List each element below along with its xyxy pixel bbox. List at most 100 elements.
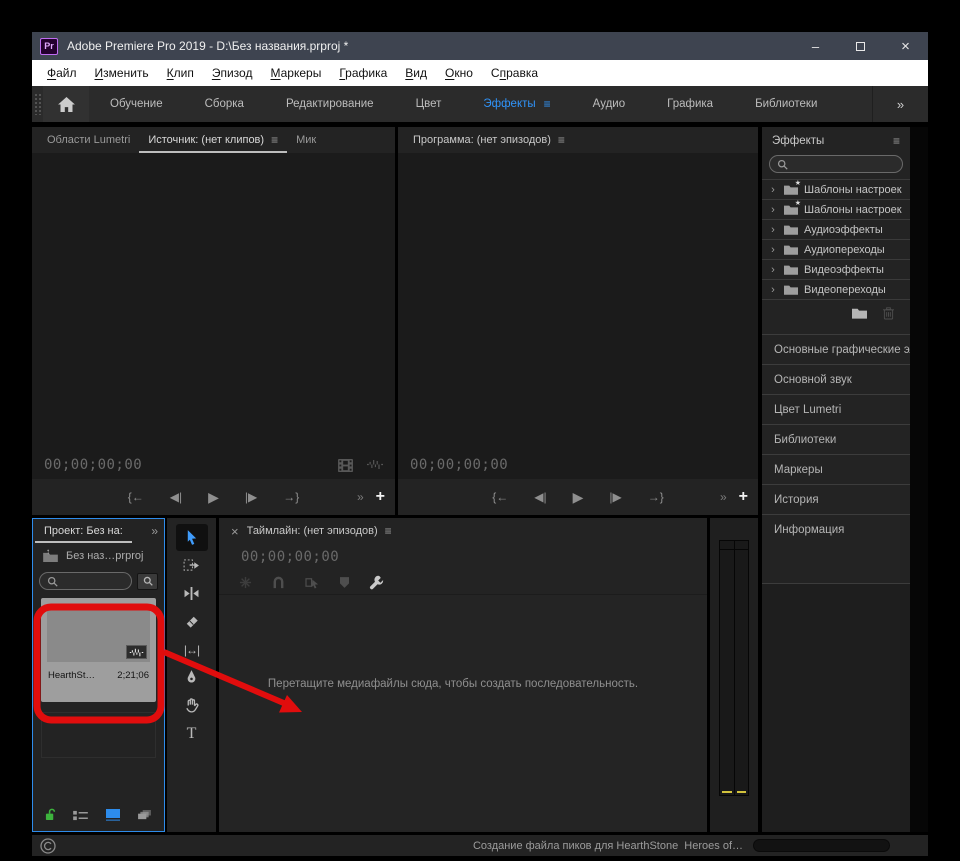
step-back-button[interactable]: ◀| [170, 490, 182, 504]
timeline-tab[interactable]: Таймлайн: (нет эпизодов)≡ [247, 518, 401, 544]
workspace-tab[interactable]: Цвет [395, 86, 463, 122]
expand-chevron-icon[interactable]: › [768, 244, 778, 256]
project-tab[interactable]: Проект: Без на: [35, 519, 132, 543]
home-button[interactable] [43, 86, 89, 122]
minimize-button[interactable]: – [793, 32, 838, 60]
slip-tool-button[interactable]: |↔| [176, 636, 208, 663]
step-forward-button[interactable]: |▶ [609, 490, 621, 504]
workspace-tab[interactable]: Эффекты≡ [462, 86, 571, 122]
panel-menu-icon[interactable]: ≡ [271, 133, 278, 147]
project-breadcrumb[interactable]: ↑ Без наз…prproj [33, 543, 164, 569]
timeline-settings-wrench-icon[interactable] [369, 575, 384, 590]
timeline-menu-icon[interactable]: ≡ [385, 524, 392, 538]
play-button[interactable]: ▶ [573, 489, 584, 506]
timeline-drop-zone[interactable]: Перетащите медиафайлы сюда, чтобы создат… [219, 594, 707, 832]
razor-tool-button[interactable] [176, 608, 208, 635]
pen-tool-button[interactable] [176, 664, 208, 691]
more-controls-button[interactable]: » [720, 490, 727, 504]
snap-magnet-icon[interactable] [272, 576, 285, 589]
stacked-panel-tab[interactable]: Основные графические эл [762, 334, 910, 364]
program-viewer[interactable]: 00;00;00;00 [398, 153, 758, 479]
effects-group-row[interactable]: › ★ Шаблоны настроек [762, 180, 910, 200]
menu-item[interactable]: Клип [158, 66, 203, 80]
timeline-timecode[interactable]: 00;00;00;00 [241, 549, 339, 565]
menu-item[interactable]: Изменить [86, 66, 158, 80]
advanced-search-button[interactable] [137, 573, 158, 590]
delete-custom-item-button[interactable] [883, 307, 894, 320]
go-to-in-button[interactable]: {← [128, 490, 144, 504]
effects-menu-icon[interactable]: ≡ [893, 134, 900, 148]
project-overflow-button[interactable]: » [151, 524, 162, 538]
linked-selection-icon[interactable] [305, 576, 320, 589]
close-button[interactable]: × [883, 32, 928, 60]
workspace-tab-menu-icon[interactable]: ≡ [544, 97, 551, 111]
expand-chevron-icon[interactable]: › [768, 204, 778, 216]
menu-item[interactable]: Эпизод [203, 66, 262, 80]
creative-cloud-sync-icon[interactable] [40, 838, 56, 854]
panel-tab[interactable]: Источник: (нет клипов)≡ [139, 127, 287, 153]
list-view-button[interactable] [73, 808, 88, 826]
workspace-tab[interactable]: Аудио [572, 86, 646, 122]
workspace-tab[interactable]: Обучение [89, 86, 184, 122]
program-timecode[interactable]: 00;00;00;00 [410, 457, 508, 473]
panel-tab[interactable]: Мик [287, 127, 325, 153]
step-back-button[interactable]: ◀| [534, 490, 546, 504]
go-to-out-button[interactable]: →} [283, 490, 299, 504]
hand-tool-button[interactable] [176, 692, 208, 719]
menu-item[interactable]: Окно [436, 66, 482, 80]
maximize-button[interactable] [838, 32, 883, 60]
source-timecode[interactable]: 00;00;00;00 [44, 457, 142, 473]
ripple-edit-tool-button[interactable] [176, 580, 208, 607]
expand-chevron-icon[interactable]: › [768, 264, 778, 276]
stacked-panel-tab[interactable]: Библиотеки [762, 424, 910, 454]
menu-item[interactable]: Справка [482, 66, 547, 80]
stacked-panel-tab[interactable]: Цвет Lumetri [762, 394, 910, 424]
clip-item[interactable]: HearthSt… 2;21;06 [41, 598, 156, 702]
stacked-panel-tab[interactable]: Маркеры [762, 454, 910, 484]
expand-chevron-icon[interactable]: › [768, 284, 778, 296]
new-custom-bin-button[interactable] [852, 307, 867, 319]
go-to-in-button[interactable]: {← [492, 490, 508, 504]
effects-group-row[interactable]: › Видеопереходы [762, 280, 910, 300]
selection-tool-button[interactable] [176, 524, 208, 551]
workspace-overflow-button[interactable]: » [872, 86, 928, 122]
expand-chevron-icon[interactable]: › [768, 184, 778, 196]
freeform-view-button[interactable] [137, 808, 152, 826]
program-tab[interactable]: Программа: (нет эпизодов)≡ [404, 127, 574, 153]
workspace-tab[interactable]: Графика [646, 86, 734, 122]
effects-group-row[interactable]: › Аудиоэффекты [762, 220, 910, 240]
stacked-panel-tab[interactable]: Основной звук [762, 364, 910, 394]
workspace-tab[interactable]: Редактирование [265, 86, 395, 122]
icon-view-button[interactable] [106, 808, 120, 826]
expand-chevron-icon[interactable]: › [768, 224, 778, 236]
menu-item[interactable]: Вид [396, 66, 436, 80]
add-marker-icon[interactable] [340, 577, 349, 588]
source-viewer[interactable]: 00;00;00;00 [32, 153, 395, 479]
workspace-tab[interactable]: Сборка [184, 86, 265, 122]
button-editor-plus[interactable]: + [739, 488, 748, 506]
effects-group-row[interactable]: › ★ Шаблоны настроек [762, 200, 910, 220]
button-editor-plus[interactable]: + [376, 488, 385, 506]
drag-video-only-icon[interactable] [338, 459, 353, 472]
play-button[interactable]: ▶ [208, 489, 219, 506]
project-writable-lock-icon[interactable] [45, 808, 56, 826]
effects-search-input[interactable] [769, 155, 903, 173]
type-tool-button[interactable]: T [176, 720, 208, 747]
close-panel-icon[interactable]: × [223, 524, 247, 539]
stacked-panel-tab[interactable]: Информация [762, 514, 910, 544]
audio-meters-panel[interactable] [710, 518, 758, 832]
clip-thumbnail[interactable] [47, 605, 150, 662]
workspace-tab[interactable]: Библиотеки [734, 86, 838, 122]
project-search-input[interactable] [39, 572, 132, 590]
menu-item[interactable]: Графика [330, 66, 396, 80]
program-menu-icon[interactable]: ≡ [558, 133, 565, 147]
clip-name[interactable]: HearthSt… [48, 670, 95, 681]
step-forward-button[interactable]: |▶ [245, 490, 257, 504]
drag-audio-only-icon[interactable] [367, 459, 383, 470]
menu-item[interactable]: Маркеры [261, 66, 330, 80]
stacked-panel-tab[interactable]: История [762, 484, 910, 514]
nest-sequences-icon[interactable] [239, 576, 252, 589]
go-to-out-button[interactable]: →} [648, 490, 664, 504]
effects-title[interactable]: Эффекты [772, 135, 824, 147]
effects-group-row[interactable]: › Видеоэффекты [762, 260, 910, 280]
